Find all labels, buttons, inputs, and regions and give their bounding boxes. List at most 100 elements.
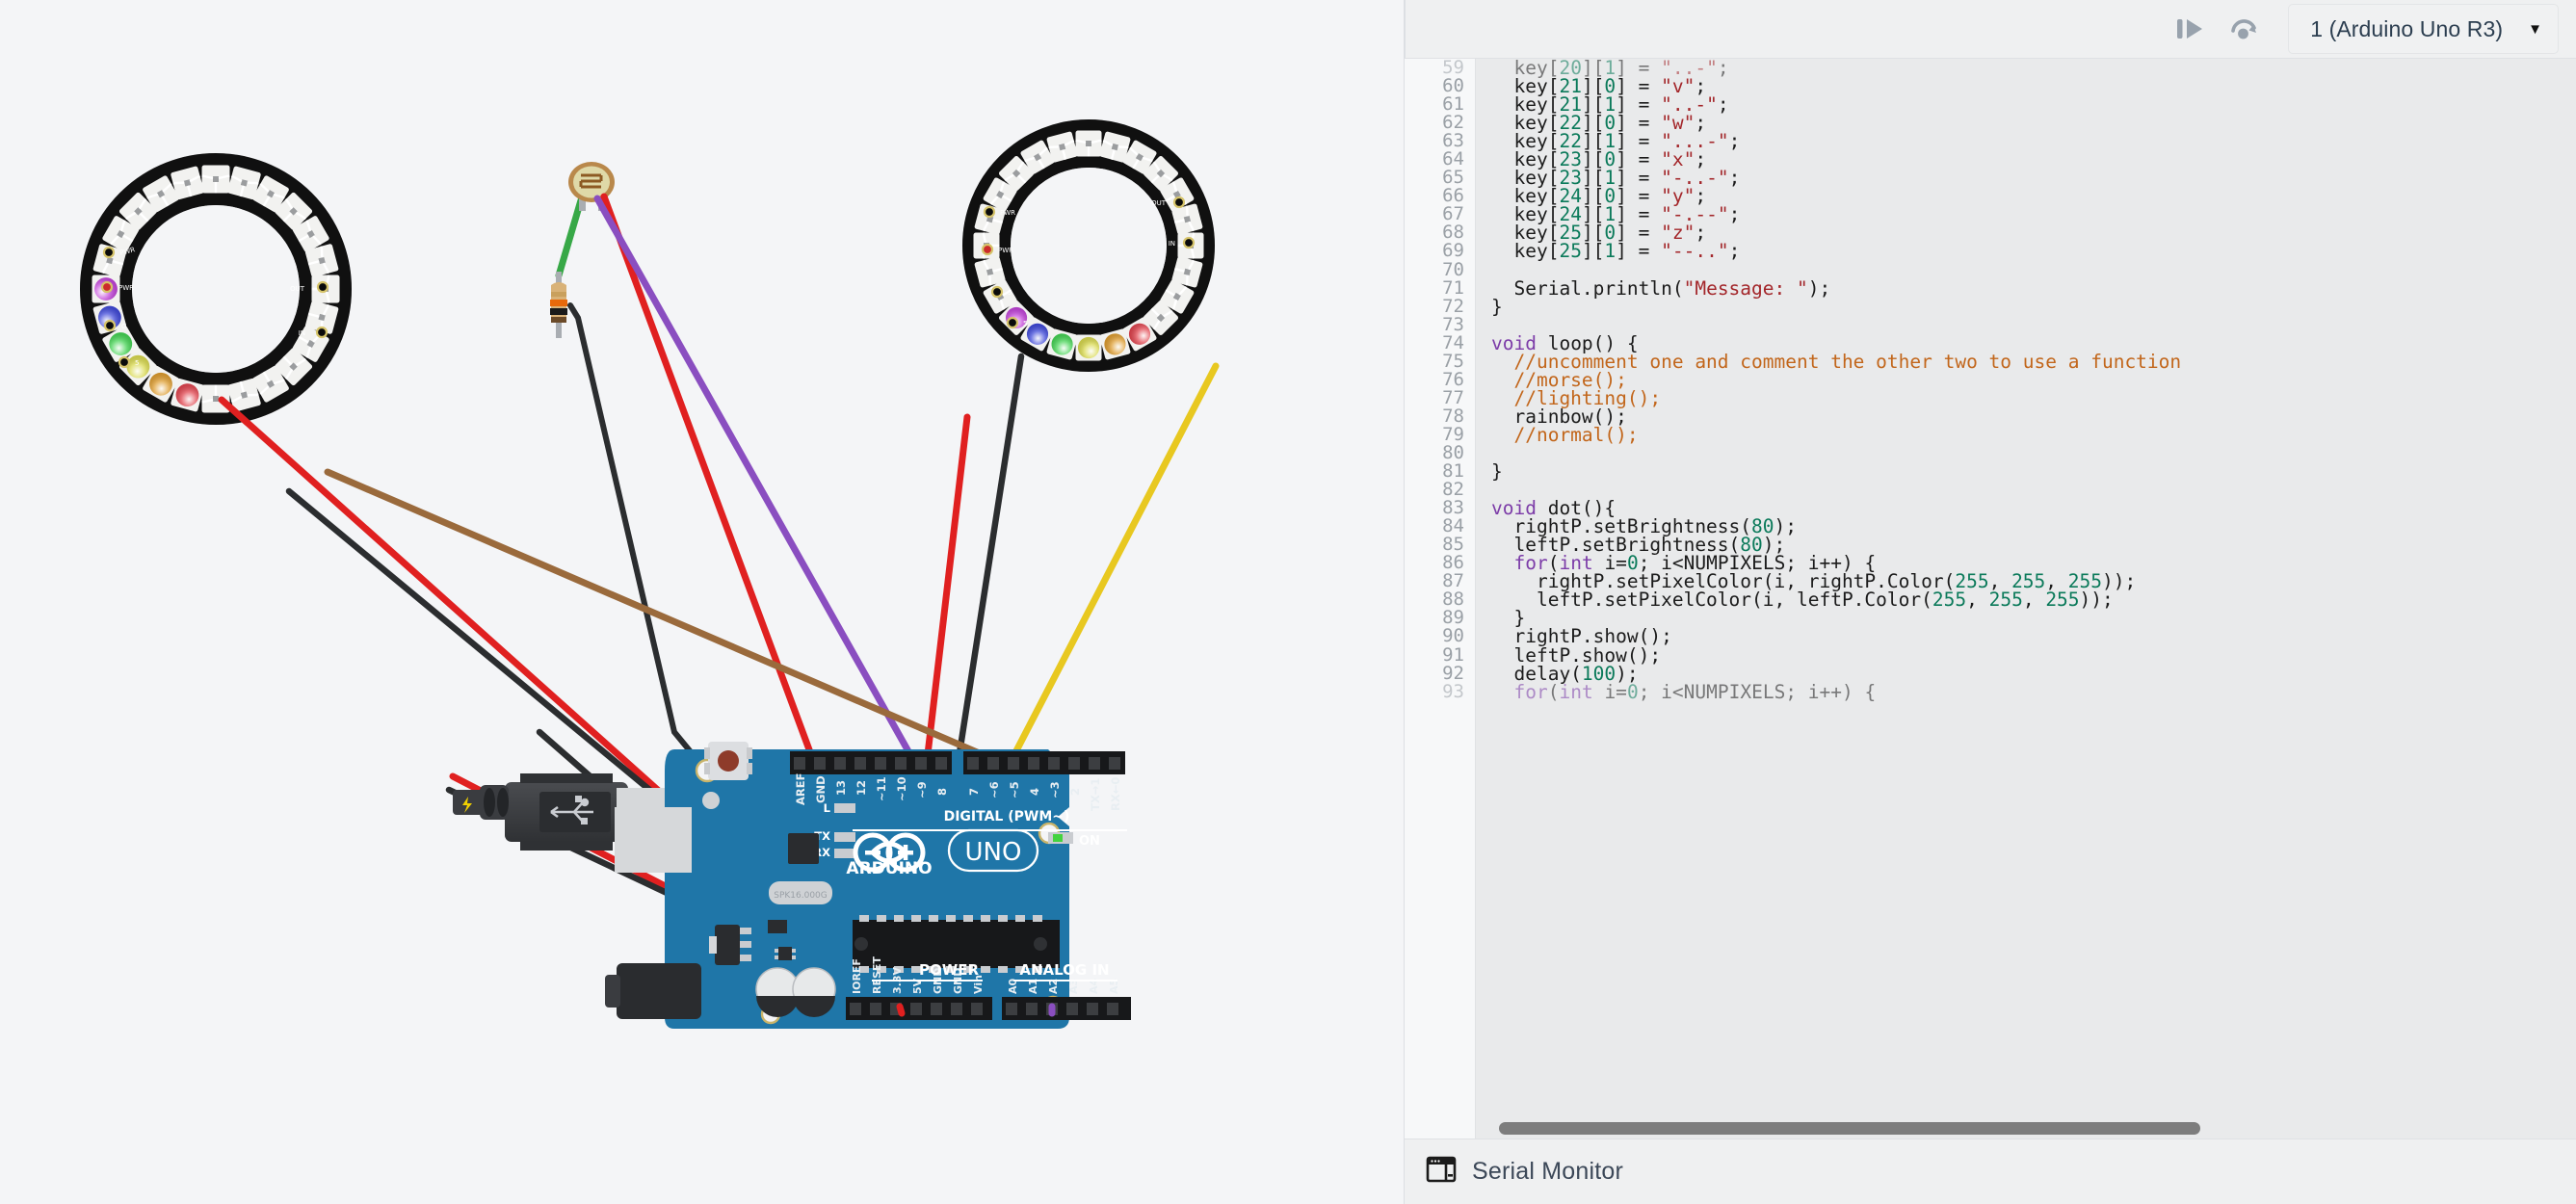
code-line[interactable]: leftP.show(); (1491, 646, 2576, 665)
code-line[interactable] (1491, 444, 2576, 462)
code-token: ] = (1616, 240, 1661, 262)
code-token: int (1559, 681, 1592, 703)
code-line[interactable]: leftP.setPixelColor(i, leftP.Color(255, … (1491, 590, 2576, 609)
line-number: 92 (1405, 665, 1475, 683)
svg-text:L: L (824, 801, 831, 815)
svg-text:RESET: RESET (871, 956, 883, 994)
svg-text:12: 12 (854, 780, 868, 796)
line-number: 63 (1405, 132, 1475, 150)
neopixel-led (1076, 131, 1102, 157)
code-line[interactable]: for(int i=0; i<NUMPIXELS; i++) { (1491, 683, 2576, 701)
serial-monitor-bar[interactable]: Serial Monitor (1405, 1139, 2576, 1204)
code-editor[interactable]: 5960616263646566676869707172737475767778… (1405, 58, 2576, 1139)
svg-text:5: 5 (1008, 289, 1012, 297)
line-number: 75 (1405, 353, 1475, 371)
line-number: 60 (1405, 77, 1475, 95)
code-token: ); (1808, 277, 1830, 300)
left-neopixel-ring[interactable]: PWR PWR G 5 OUT IN (92, 166, 340, 413)
tinkercad-workspace: PWR PWR G 5 OUT IN (0, 0, 2576, 1204)
code-line[interactable]: rainbow(); (1491, 407, 2576, 426)
code-line[interactable] (1491, 316, 2576, 334)
svg-text:TX→1: TX→1 (1089, 778, 1102, 811)
line-number: 85 (1405, 536, 1475, 554)
line-number: 88 (1405, 590, 1475, 609)
arduino-uno-board[interactable]: AREF GND 13 12 ~11 ~10 ~9 8 7 ~6 ~5 4 ~3… (605, 742, 1131, 1029)
svg-text:RX←0: RX←0 (1109, 777, 1122, 811)
silk-power-label: POWER (919, 961, 980, 979)
code-line[interactable]: } (1491, 298, 2576, 316)
code-token: "Message: " (1684, 277, 1808, 300)
code-token: ; i<NUMPIXELS; i++) { (1639, 681, 1877, 703)
svg-text:G: G (121, 323, 126, 330)
serial-monitor-label: Serial Monitor (1472, 1158, 1623, 1186)
code-token: "--.." (1661, 240, 1728, 262)
code-token: key[ (1491, 59, 1559, 79)
line-number: 64 (1405, 150, 1475, 169)
line-number: 74 (1405, 334, 1475, 353)
code-token: for (1513, 681, 1547, 703)
circuit-canvas[interactable]: PWR PWR G 5 OUT IN (0, 0, 1405, 1204)
line-number: 62 (1405, 114, 1475, 132)
step-over-icon[interactable] (2163, 8, 2217, 50)
neopixel-led (1076, 335, 1102, 361)
code-line[interactable] (1491, 481, 2576, 499)
silk-analog-label: ANALOG IN (1019, 961, 1109, 979)
svg-text:IOREF: IOREF (851, 958, 863, 994)
board-select-dropdown[interactable]: 1 (Arduino Uno R3) ▼ (2288, 4, 2559, 54)
svg-text:OUT: OUT (1151, 199, 1167, 207)
code-token: ; (1729, 130, 1741, 152)
code-line[interactable]: key[20][1] = "..-"; (1491, 59, 2576, 77)
line-number: 83 (1405, 499, 1475, 517)
svg-text:PWR: PWR (118, 284, 134, 292)
svg-text:5: 5 (1023, 320, 1027, 327)
code-line[interactable]: key[25][1] = "--.."; (1491, 242, 2576, 260)
silk-digital-label: DIGITAL (PWM~) (944, 809, 1070, 824)
line-number: 76 (1405, 371, 1475, 389)
svg-text:~3: ~3 (1048, 781, 1062, 798)
board-select-label: 1 (Arduino Uno R3) (2310, 16, 2503, 42)
code-token: ; (1718, 59, 1729, 79)
line-number: 71 (1405, 279, 1475, 298)
line-number: 69 (1405, 242, 1475, 260)
code-token: 20 (1559, 59, 1581, 79)
code-token: 25 (1559, 240, 1581, 262)
line-number: 67 (1405, 205, 1475, 223)
svg-text:PWR: PWR (998, 247, 1013, 254)
code-line[interactable]: Serial.println("Message: "); (1491, 279, 2576, 298)
code-line[interactable]: //lighting(); (1491, 389, 2576, 407)
line-number: 90 (1405, 627, 1475, 645)
code-token: Serial.println( (1491, 277, 1684, 300)
silk-arduino-label: ARDUINO (846, 859, 932, 878)
code-editor-pane: 1 (Arduino Uno R3) ▼ 5960616263646566676… (1405, 0, 2576, 1204)
line-number: 82 (1405, 481, 1475, 499)
code-line[interactable]: //normal(); (1491, 426, 2576, 444)
line-number: 81 (1405, 462, 1475, 481)
svg-text:~9: ~9 (915, 781, 929, 798)
svg-text:~5: ~5 (1008, 781, 1021, 798)
line-number: 66 (1405, 187, 1475, 205)
code-line[interactable]: } (1491, 462, 2576, 481)
code-token: 0 (1627, 681, 1639, 703)
code-content[interactable]: key[20][1] = "..-"; key[21][0] = "v"; ke… (1476, 59, 2576, 1139)
svg-text:~10: ~10 (895, 776, 908, 801)
svg-text:13: 13 (834, 780, 848, 796)
code-token: 1 (1604, 240, 1616, 262)
chevron-down-icon: ▼ (2528, 22, 2542, 37)
line-number: 73 (1405, 316, 1475, 334)
line-number: 78 (1405, 407, 1475, 426)
editor-toolbar: 1 (Arduino Uno R3) ▼ (1405, 0, 2576, 58)
rotate-icon[interactable] (2217, 8, 2271, 50)
code-token: 255 (1932, 589, 1966, 611)
right-neopixel-ring[interactable]: PWR PWR 5 5 OUT IN (974, 131, 1204, 361)
horizontal-scrollbar[interactable] (1476, 1122, 2561, 1135)
svg-text:4: 4 (1028, 788, 1041, 796)
code-token: ; (1718, 93, 1729, 116)
line-number: 91 (1405, 646, 1475, 665)
line-number: 87 (1405, 572, 1475, 590)
code-token: , (1966, 589, 1988, 611)
scrollbar-thumb[interactable] (1499, 1122, 2200, 1135)
code-line[interactable]: //uncomment one and comment the other tw… (1491, 353, 2576, 371)
code-token: 255 (2045, 589, 2079, 611)
code-token: i= (1593, 681, 1627, 703)
code-token: ; (1729, 240, 1741, 262)
